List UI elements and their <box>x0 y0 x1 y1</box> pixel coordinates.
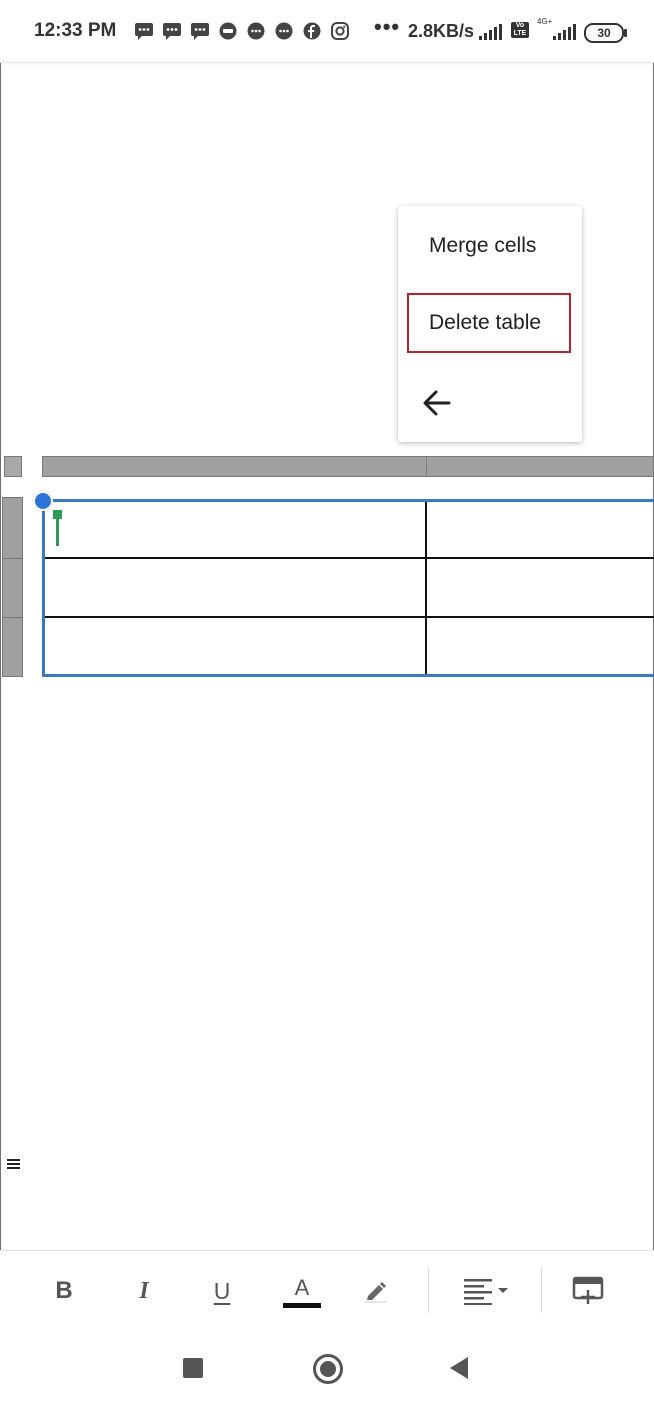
delete-table-menu-item[interactable]: Delete table <box>407 293 571 353</box>
signal-strength-icon <box>479 24 502 40</box>
table-context-menu: Merge cells Delete table <box>398 206 582 442</box>
more-notifications-indicator: ••• <box>374 14 401 39</box>
chat-bubble-icon <box>246 22 266 40</box>
insert-table-row-icon[interactable] <box>568 1271 608 1311</box>
chat-bubble-icon <box>274 22 294 40</box>
instagram-icon <box>330 22 350 40</box>
row-drag-handle-icon[interactable] <box>7 1159 20 1169</box>
toolbar-divider <box>541 1267 542 1313</box>
table-select-all-handle[interactable] <box>4 456 22 477</box>
row-ruler[interactable] <box>2 497 23 1169</box>
table-selection-handle[interactable] <box>33 491 53 511</box>
align-left-icon[interactable] <box>458 1271 514 1311</box>
document-table[interactable] <box>42 499 654 677</box>
message-icon <box>162 22 182 40</box>
arrow-left-icon[interactable] <box>422 389 452 417</box>
facebook-icon <box>302 22 322 40</box>
recents-square-icon[interactable] <box>183 1358 203 1378</box>
underline-icon[interactable]: U <box>202 1271 242 1311</box>
table-row-border <box>45 616 654 618</box>
column-divider <box>426 457 427 476</box>
volte-badge: Vo LTE <box>511 22 529 38</box>
signal-strength-icon <box>553 24 576 40</box>
status-bar: 12:33 PM ••• 2.8KB/s Vo LTE 4G+ 30 <box>0 0 654 63</box>
notification-icons <box>134 22 350 40</box>
toolbar-divider <box>428 1267 429 1313</box>
text-color-letter: A <box>294 1274 310 1300</box>
home-circle-icon[interactable] <box>313 1354 343 1384</box>
network-speed: 2.8KB/s <box>408 21 475 41</box>
jio-icon <box>218 22 238 40</box>
status-time: 12:33 PM <box>34 20 117 41</box>
network-type: 4G+ <box>537 17 553 26</box>
table-row-border <box>45 557 654 559</box>
row-divider <box>3 558 22 559</box>
bold-icon[interactable]: B <box>44 1271 84 1311</box>
merge-cells-menu-item[interactable]: Merge cells <box>429 234 536 258</box>
table-column-border <box>425 502 427 674</box>
italic-icon[interactable]: I <box>124 1271 164 1311</box>
text-color-icon[interactable]: A <box>282 1271 322 1311</box>
message-icon <box>134 22 154 40</box>
highlight-pen-icon[interactable] <box>356 1271 396 1311</box>
text-cursor-icon <box>53 510 62 546</box>
table-selection-border <box>42 499 654 677</box>
text-color-swatch <box>283 1302 321 1308</box>
row-divider <box>3 617 22 618</box>
column-ruler[interactable] <box>42 456 654 477</box>
formatting-toolbar: B I U A <box>0 1250 654 1332</box>
message-icon <box>190 22 210 40</box>
battery-indicator: 30 <box>584 23 627 43</box>
back-triangle-icon[interactable] <box>450 1357 468 1379</box>
